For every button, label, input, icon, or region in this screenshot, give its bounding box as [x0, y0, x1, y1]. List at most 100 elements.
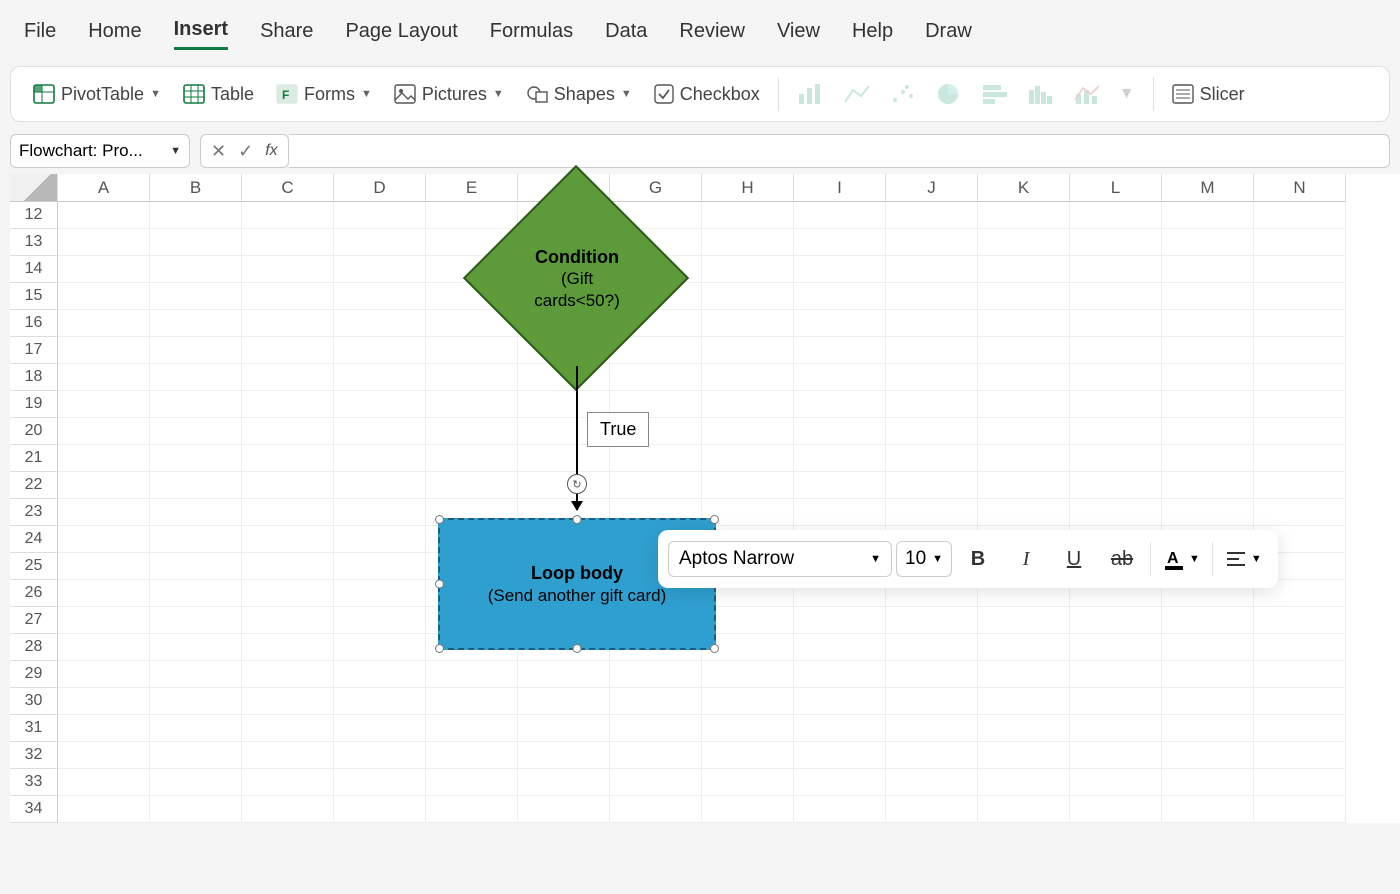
cell[interactable]: [1162, 661, 1254, 688]
cell[interactable]: [334, 742, 426, 769]
cell[interactable]: [150, 742, 242, 769]
cell[interactable]: [886, 688, 978, 715]
col-header[interactable]: G: [610, 174, 702, 202]
cell[interactable]: [242, 526, 334, 553]
cell[interactable]: [242, 391, 334, 418]
cell[interactable]: [1162, 202, 1254, 229]
cell[interactable]: [1162, 634, 1254, 661]
cell[interactable]: [1070, 742, 1162, 769]
cell[interactable]: [518, 634, 610, 661]
cell[interactable]: [518, 256, 610, 283]
cell[interactable]: [886, 472, 978, 499]
cell[interactable]: [426, 607, 518, 634]
col-header[interactable]: H: [702, 174, 794, 202]
row-header[interactable]: 16: [10, 310, 58, 337]
cell[interactable]: [1070, 364, 1162, 391]
cell[interactable]: [518, 769, 610, 796]
cell[interactable]: [886, 229, 978, 256]
cell[interactable]: [426, 472, 518, 499]
font-size-select[interactable]: 10 ▼: [896, 541, 952, 577]
cell[interactable]: [150, 769, 242, 796]
cell[interactable]: [702, 499, 794, 526]
combo-chart-icon[interactable]: [1073, 82, 1101, 106]
cell[interactable]: [886, 661, 978, 688]
cell[interactable]: [610, 661, 702, 688]
menu-file[interactable]: File: [24, 20, 56, 49]
cell[interactable]: [1070, 445, 1162, 472]
cell[interactable]: [978, 445, 1070, 472]
col-header[interactable]: A: [58, 174, 150, 202]
cell[interactable]: [1070, 229, 1162, 256]
cell[interactable]: [1070, 769, 1162, 796]
table-button[interactable]: Table: [175, 78, 262, 111]
cell[interactable]: [426, 661, 518, 688]
cell[interactable]: [978, 229, 1070, 256]
cell[interactable]: [242, 769, 334, 796]
cell[interactable]: [886, 796, 978, 823]
cell[interactable]: [518, 364, 610, 391]
cell[interactable]: [978, 769, 1070, 796]
align-button[interactable]: ▼: [1219, 550, 1268, 568]
cell[interactable]: [1254, 472, 1346, 499]
cell[interactable]: [518, 661, 610, 688]
cell[interactable]: [978, 499, 1070, 526]
cell[interactable]: [886, 418, 978, 445]
row-header[interactable]: 26: [10, 580, 58, 607]
cell[interactable]: [58, 418, 150, 445]
row-header[interactable]: 29: [10, 661, 58, 688]
line-chart-icon[interactable]: [843, 82, 871, 106]
cell[interactable]: [794, 796, 886, 823]
cell[interactable]: [1254, 283, 1346, 310]
cell[interactable]: [242, 742, 334, 769]
shapes-button[interactable]: Shapes ▼: [518, 78, 640, 111]
cell[interactable]: [426, 742, 518, 769]
cell[interactable]: [794, 337, 886, 364]
cell[interactable]: [702, 256, 794, 283]
cell[interactable]: [794, 256, 886, 283]
cell[interactable]: [426, 310, 518, 337]
cell[interactable]: [334, 715, 426, 742]
cell[interactable]: [610, 715, 702, 742]
cell[interactable]: [150, 553, 242, 580]
cell[interactable]: [886, 256, 978, 283]
col-header[interactable]: C: [242, 174, 334, 202]
row-header[interactable]: 25: [10, 553, 58, 580]
menu-review[interactable]: Review: [679, 20, 745, 49]
cell[interactable]: [610, 688, 702, 715]
cell[interactable]: [1254, 688, 1346, 715]
cell[interactable]: [978, 364, 1070, 391]
cell[interactable]: [150, 391, 242, 418]
col-header[interactable]: B: [150, 174, 242, 202]
cell[interactable]: [334, 445, 426, 472]
cell[interactable]: [794, 742, 886, 769]
cell[interactable]: [426, 580, 518, 607]
cell[interactable]: [518, 607, 610, 634]
cell[interactable]: [334, 607, 426, 634]
col-header[interactable]: L: [1070, 174, 1162, 202]
cell[interactable]: [518, 337, 610, 364]
scatter-chart-icon[interactable]: [889, 82, 917, 106]
row-header[interactable]: 15: [10, 283, 58, 310]
menu-data[interactable]: Data: [605, 20, 647, 49]
cell[interactable]: [58, 634, 150, 661]
cell[interactable]: [242, 310, 334, 337]
row-header[interactable]: 23: [10, 499, 58, 526]
cell[interactable]: [1162, 688, 1254, 715]
cell[interactable]: [1254, 661, 1346, 688]
cell[interactable]: [58, 283, 150, 310]
cell[interactable]: [1070, 337, 1162, 364]
histogram-icon[interactable]: [1027, 82, 1055, 106]
cell[interactable]: [794, 607, 886, 634]
checkbox-button[interactable]: Checkbox: [646, 78, 768, 111]
cell[interactable]: [610, 499, 702, 526]
cell[interactable]: [334, 310, 426, 337]
cell[interactable]: [58, 742, 150, 769]
cell[interactable]: [334, 769, 426, 796]
row-header[interactable]: 20: [10, 418, 58, 445]
cell[interactable]: [702, 472, 794, 499]
cell[interactable]: [1162, 742, 1254, 769]
cell[interactable]: [978, 661, 1070, 688]
cell[interactable]: [150, 526, 242, 553]
cell[interactable]: [702, 769, 794, 796]
italic-button[interactable]: I: [1004, 537, 1048, 581]
